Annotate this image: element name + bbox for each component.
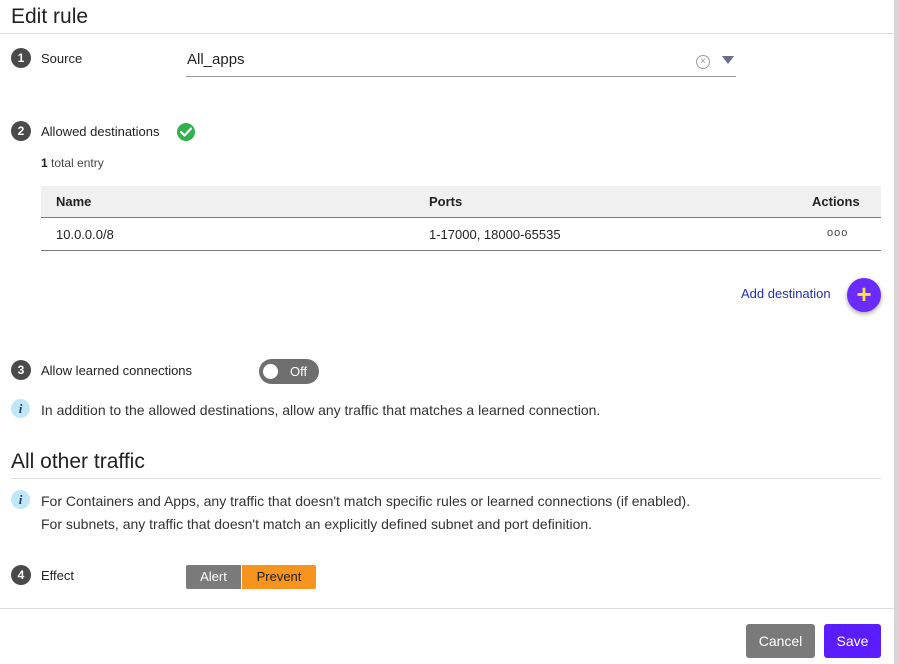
table-header: Name Ports Actions xyxy=(41,186,881,218)
step-4-badge: 4 xyxy=(11,565,31,585)
title-divider xyxy=(0,33,894,34)
cancel-button[interactable]: Cancel xyxy=(746,624,815,658)
more-actions-icon[interactable]: ooo xyxy=(827,227,848,239)
section-divider xyxy=(11,478,881,479)
column-header-ports: Ports xyxy=(429,194,463,209)
edit-rule-panel: Edit rule 1 Source All_apps × 2 Allowed … xyxy=(0,0,894,664)
clear-icon[interactable]: × xyxy=(696,55,710,69)
save-button[interactable]: Save xyxy=(824,624,881,658)
info-icon: i xyxy=(11,399,30,418)
destinations-table: Name Ports Actions 10.0.0.0/8 1-17000, 1… xyxy=(41,186,881,251)
add-destination-link[interactable]: Add destination xyxy=(741,286,831,301)
destination-name: 10.0.0.0/8 xyxy=(56,227,114,242)
allowed-destinations-label: Allowed destinations xyxy=(41,124,160,139)
source-value[interactable]: All_apps xyxy=(187,51,245,68)
source-label: Source xyxy=(41,51,83,66)
learned-info-text: In addition to the allowed destinations,… xyxy=(41,402,601,418)
destination-ports: 1-17000, 18000-65535 xyxy=(429,227,561,242)
source-select[interactable]: All_apps × xyxy=(186,47,736,77)
window-edge xyxy=(894,0,899,664)
add-destination-button[interactable]: + xyxy=(847,278,881,312)
other-traffic-info-line-1: For Containers and Apps, any traffic tha… xyxy=(41,493,691,509)
learned-connections-label: Allow learned connections xyxy=(41,363,193,378)
toggle-knob xyxy=(263,364,278,379)
check-circle-icon xyxy=(177,123,195,141)
section-title-other-traffic: All other traffic xyxy=(11,450,145,473)
effect-option-prevent[interactable]: Prevent xyxy=(242,565,316,589)
page-title: Edit rule xyxy=(11,5,89,28)
footer-divider xyxy=(0,608,894,609)
step-1-badge: 1 xyxy=(11,48,31,68)
step-3-badge: 3 xyxy=(11,360,31,380)
learned-connections-toggle[interactable]: Off xyxy=(259,359,319,384)
step-2-badge: 2 xyxy=(11,121,31,141)
chevron-down-icon[interactable] xyxy=(722,56,734,64)
effect-option-alert[interactable]: Alert xyxy=(186,565,241,589)
effect-label: Effect xyxy=(41,568,75,583)
column-header-actions: Actions xyxy=(812,194,860,209)
table-row: 10.0.0.0/8 1-17000, 18000-65535 ooo xyxy=(41,218,881,251)
info-icon: i xyxy=(11,490,30,509)
other-traffic-info-line-2: For subnets, any traffic that doesn't ma… xyxy=(41,516,593,532)
toggle-state-label: Off xyxy=(290,364,308,379)
column-header-name: Name xyxy=(56,194,92,209)
entry-count: 1 total entry xyxy=(41,156,104,170)
plus-icon: + xyxy=(856,279,872,309)
